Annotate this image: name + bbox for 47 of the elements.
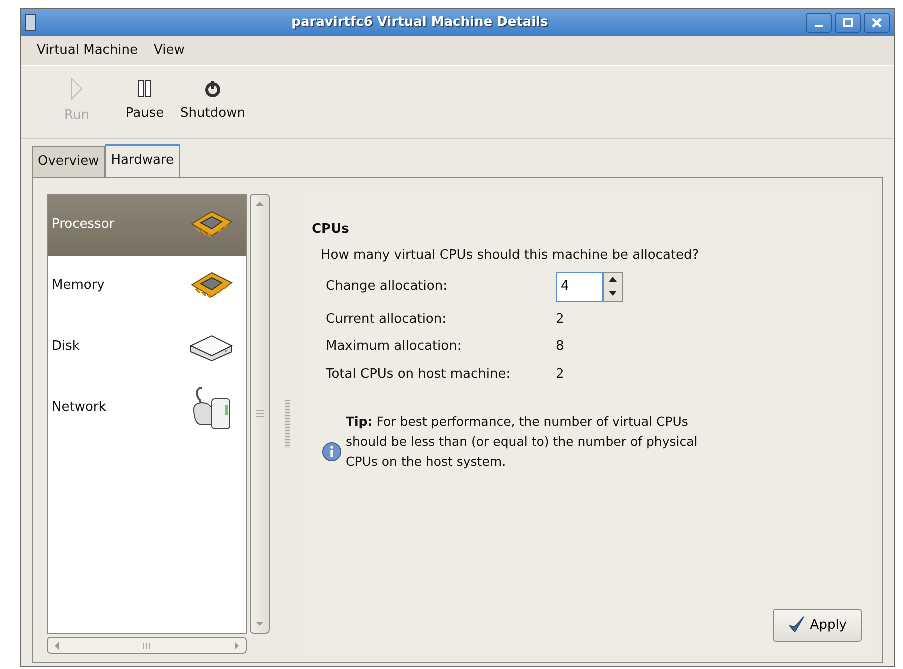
list-item[interactable]: Network <box>48 378 246 438</box>
field-label: Current allocation: <box>326 310 448 328</box>
close-icon <box>871 16 883 28</box>
scroll-right-icon[interactable] <box>234 642 240 650</box>
maximize-button[interactable] <box>835 12 861 32</box>
section-title: CPUs <box>312 220 350 238</box>
power-icon <box>204 80 222 98</box>
pane-handle[interactable] <box>284 400 290 448</box>
pause-button[interactable]: Pause <box>111 66 179 138</box>
field-value: 2 <box>556 366 566 384</box>
close-button[interactable] <box>864 12 890 32</box>
list-item[interactable]: Memory <box>48 256 246 316</box>
spin-field[interactable]: 4 <box>556 272 623 302</box>
scroll-left-icon[interactable] <box>54 642 60 650</box>
tab[interactable]: Hardware <box>105 144 180 176</box>
menu-item[interactable]: View <box>146 38 193 62</box>
scroll-up-icon[interactable] <box>256 200 264 206</box>
field-label: Maximum allocation: <box>326 338 463 356</box>
list-item[interactable]: Processor <box>48 194 246 256</box>
field-value: 2 <box>556 310 566 328</box>
decrement-icon[interactable] <box>609 291 617 296</box>
scroll-grip-icon[interactable] <box>142 642 152 650</box>
info-icon <box>322 442 342 462</box>
pause-icon <box>138 80 152 98</box>
scroll-grip-icon[interactable] <box>255 410 265 418</box>
tab[interactable]: Overview <box>32 146 106 176</box>
field-label: Total CPUs on host machine: <box>326 366 512 384</box>
vertical-scrollbar[interactable] <box>250 194 270 634</box>
maximize-icon <box>842 16 854 28</box>
field-value: 8 <box>556 338 566 356</box>
minimize-icon <box>815 24 823 26</box>
shutdown-button[interactable]: Shutdown <box>179 66 247 138</box>
scroll-down-icon[interactable] <box>256 621 264 627</box>
list-item[interactable]: Disk <box>48 316 246 378</box>
play-icon <box>71 78 83 100</box>
checkmark-icon <box>788 616 806 634</box>
window-title: paravirtfc6 Virtual Machine Details <box>290 14 550 32</box>
question-text: How many virtual CPUs should this machine be allocated? <box>321 247 700 265</box>
increment-icon[interactable] <box>609 277 617 282</box>
menu-item[interactable]: Virtual Machine <box>29 38 146 62</box>
apply-button[interactable]: Apply <box>773 608 862 642</box>
field-label: Change allocation: <box>326 278 448 296</box>
minimize-button[interactable] <box>806 12 832 32</box>
horizontal-scrollbar[interactable] <box>47 637 247 654</box>
computer-icon <box>25 14 37 32</box>
tip-text: Tip: For best performance, the number of virtual CPUs should be less than (or equal to) the number of physical CPUs on the host system. <box>346 413 699 471</box>
spin-input[interactable]: 4 <box>556 272 603 302</box>
